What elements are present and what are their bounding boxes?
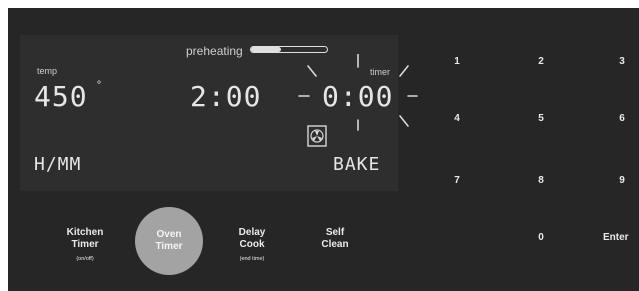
delay-cook-button[interactable]: Delay Cook (end time) (217, 227, 287, 265)
delay-cook-sub: (end time) (239, 256, 265, 262)
key-2[interactable]: 2 (521, 56, 561, 67)
kitchen-timer-sub: (on/off) (76, 256, 94, 262)
key-4[interactable]: 4 (437, 113, 477, 124)
temp-label: temp (37, 66, 58, 76)
key-0[interactable]: 0 (521, 232, 561, 243)
self-clean-line2: Clean (321, 239, 349, 250)
convection-fan-icon (307, 125, 327, 147)
key-6[interactable]: 6 (602, 113, 639, 124)
temperature-readout: 450 (34, 80, 88, 113)
kitchen-timer-line1: Kitchen (66, 227, 104, 238)
delay-cook-line2: Cook (239, 239, 265, 250)
time-format-readout: H/MM (34, 154, 82, 175)
key-3[interactable]: 3 (602, 56, 639, 67)
enter-key[interactable]: Enter (603, 232, 639, 243)
oven-timer-line1: Oven (156, 229, 182, 240)
delay-cook-line1: Delay (238, 227, 266, 238)
key-9[interactable]: 9 (602, 175, 639, 186)
oven-timer-line2: Timer (155, 241, 183, 252)
clock-readout: 2:00 (190, 80, 262, 113)
kitchen-timer-line2: Timer (71, 239, 99, 250)
kitchen-timer-button[interactable]: Kitchen Timer (on/off) (50, 227, 120, 265)
preheating-progress-fill (251, 47, 282, 52)
preheating-progress-bar (250, 46, 328, 53)
key-1[interactable]: 1 (437, 56, 477, 67)
oven-timer-button[interactable]: Oven Timer (135, 207, 203, 275)
key-8[interactable]: 8 (521, 175, 561, 186)
cook-mode-readout: BAKE (333, 154, 381, 175)
key-5[interactable]: 5 (521, 113, 561, 124)
preheating-label: preheating (186, 44, 243, 58)
self-clean-button[interactable]: Self Clean (300, 227, 370, 251)
self-clean-line1: Self (325, 227, 345, 238)
key-7[interactable]: 7 (437, 175, 477, 186)
degree-symbol: ° (96, 80, 104, 91)
